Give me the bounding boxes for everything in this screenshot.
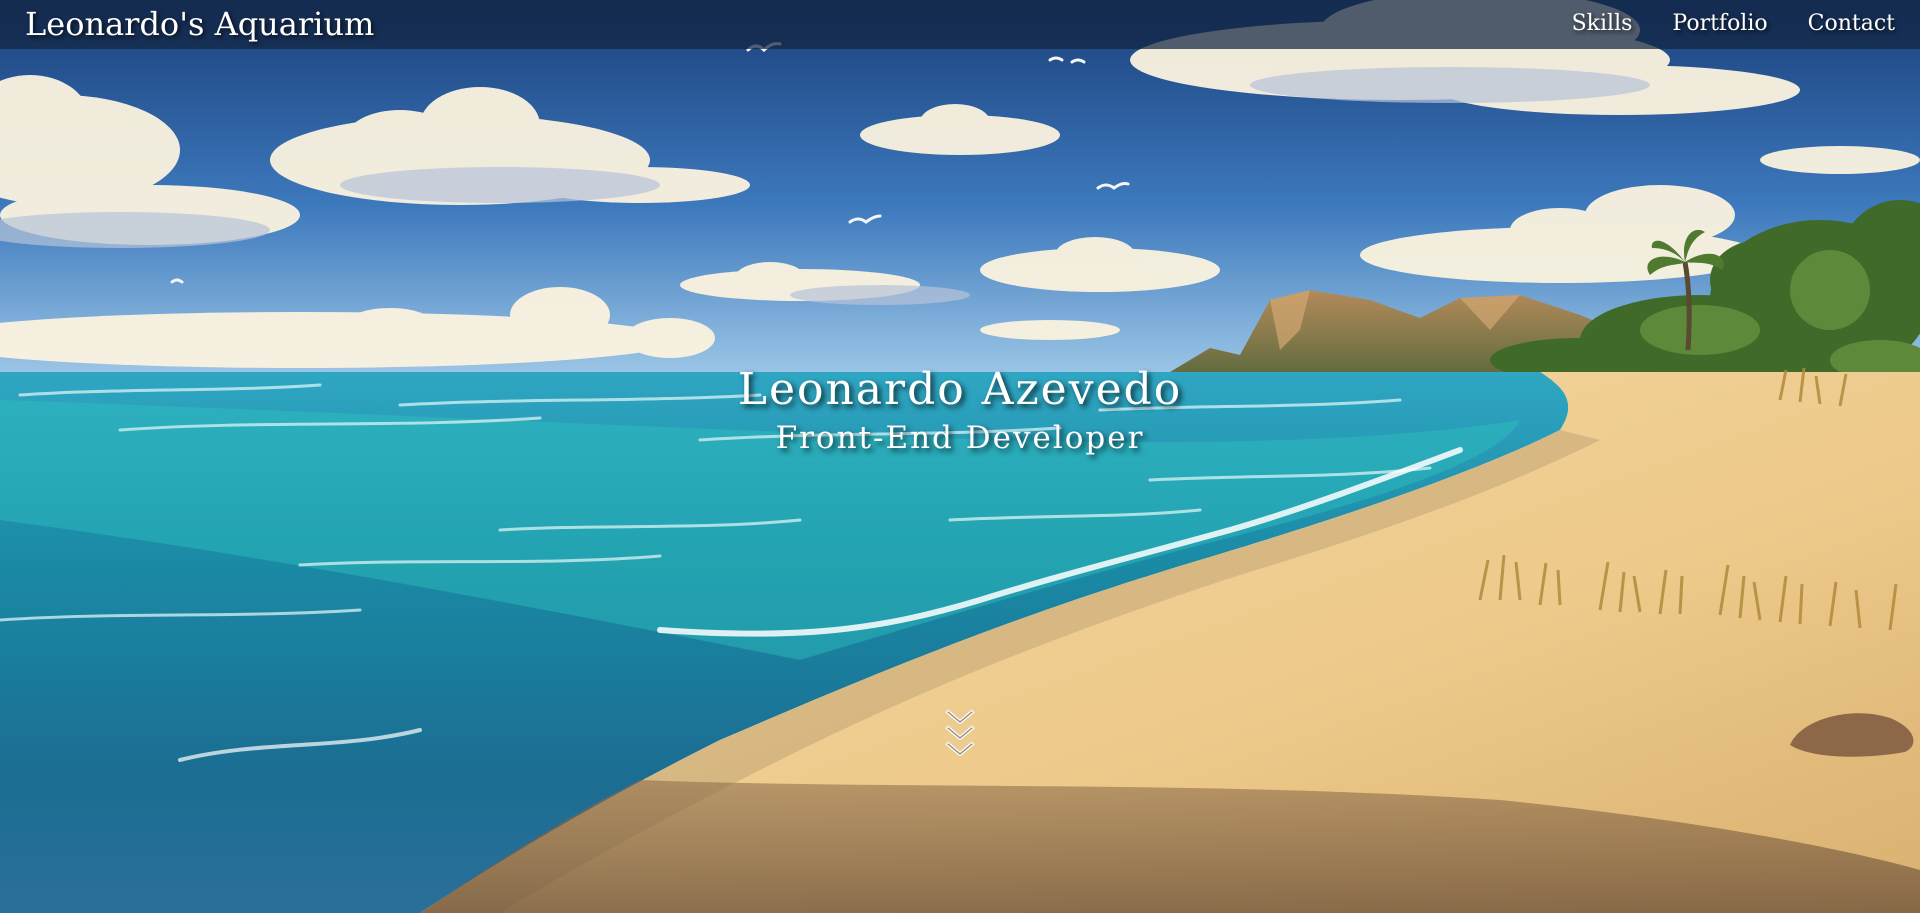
- hero-name: Leonardo Azevedo: [737, 364, 1183, 415]
- nav-link-contact[interactable]: Contact: [1808, 9, 1895, 39]
- site-brand-link[interactable]: Leonardo's Aquarium: [25, 4, 374, 44]
- triple-chevron-down-icon: [946, 710, 974, 756]
- nav-link-portfolio[interactable]: Portfolio: [1672, 9, 1767, 39]
- top-navbar: Leonardo's Aquarium Skills Portfolio Con…: [0, 0, 1920, 49]
- nav-links: Skills Portfolio Contact: [1572, 9, 1895, 39]
- hero-section: Leonardo's Aquarium Skills Portfolio Con…: [0, 0, 1920, 913]
- nav-link-skills[interactable]: Skills: [1572, 9, 1633, 39]
- hero-role: Front-End Developer: [775, 420, 1145, 456]
- hero-text: Leonardo Azevedo Front-End Developer: [0, 362, 1920, 458]
- scroll-down-button[interactable]: [944, 708, 976, 768]
